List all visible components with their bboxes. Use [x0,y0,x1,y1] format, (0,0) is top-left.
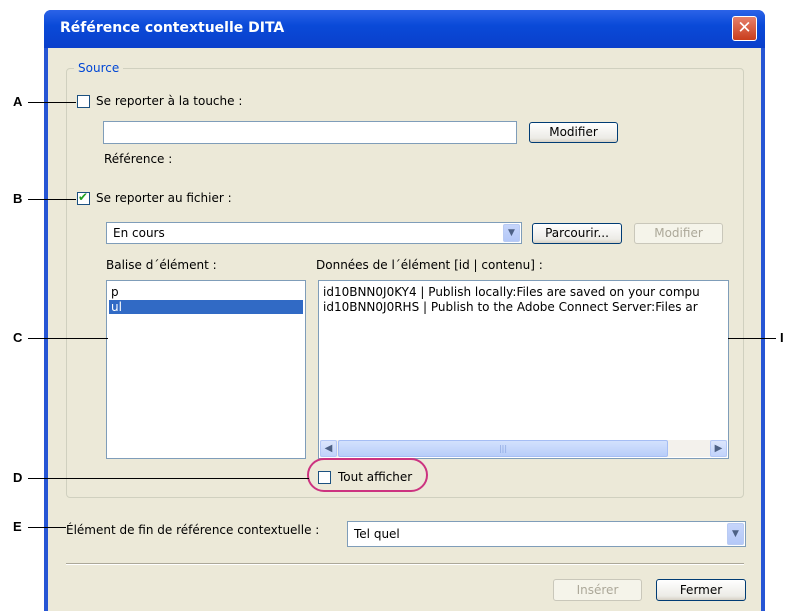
element-tag-label: Balise d´élément : [106,258,217,272]
chevron-down-icon[interactable]: ▼ [727,523,744,545]
horizontal-scrollbar[interactable]: ◀ ||| ▶ [320,440,727,457]
list-item[interactable]: p [109,285,303,299]
show-all-label: Tout afficher [338,470,413,484]
scroll-thumb[interactable]: ||| [338,440,668,457]
callout-b: B [13,191,23,206]
key-input[interactable] [103,121,517,144]
callout-line-i [728,338,776,339]
callout-line-a [28,102,76,103]
reference-label: Référence : [104,152,173,166]
chevron-down-icon[interactable]: ▼ [503,224,520,242]
modify-button-disabled[interactable]: Modifier [634,223,723,244]
file-checkbox-label: Se reporter au fichier : [96,191,232,205]
callout-line-b [28,199,76,200]
callout-i: I [780,330,784,345]
show-all-checkbox[interactable] [318,471,331,484]
divider [66,563,744,565]
key-checkbox[interactable] [77,95,90,108]
element-data-label: Données de l´élément [id | contenu] : [316,258,543,272]
callout-line-c [28,338,108,339]
end-element-label: Élément de fin de référence contextuelle… [66,523,320,537]
element-tag-list[interactable]: p ul [106,280,306,459]
key-checkbox-label: Se reporter à la touche : [96,94,243,108]
callout-line-d [28,478,309,479]
arrow-left-icon[interactable]: ◀ [320,440,337,457]
file-select-value: En cours [113,226,165,240]
callout-d: D [13,470,23,485]
file-checkbox[interactable] [77,190,90,205]
source-legend: Source [74,61,124,75]
browse-button[interactable]: Parcourir... [532,223,622,244]
end-element-value: Tel quel [354,527,400,541]
modify-button[interactable]: Modifier [529,122,618,143]
dialog-title: Référence contextuelle DITA [60,20,285,36]
close-icon[interactable]: ✕ [732,16,757,41]
arrow-right-icon[interactable]: ▶ [710,440,727,457]
list-item[interactable]: id10BNN0J0KY4 | Publish locally:Files ar… [321,285,700,299]
callout-c: C [13,330,23,345]
element-data-list[interactable]: id10BNN0J0KY4 | Publish locally:Files ar… [318,280,729,459]
end-element-select[interactable]: Tel quel ▼ [347,521,746,547]
callout-line-e [28,527,66,528]
file-select[interactable]: En cours ▼ [106,222,522,244]
close-button[interactable]: Fermer [656,579,746,601]
insert-button[interactable]: Insérer [553,579,642,601]
list-item[interactable]: ul [109,300,303,314]
list-item[interactable]: id10BNN0J0RHS | Publish to the Adobe Con… [321,300,698,314]
callout-a: A [13,94,23,109]
callout-e: E [13,519,22,534]
